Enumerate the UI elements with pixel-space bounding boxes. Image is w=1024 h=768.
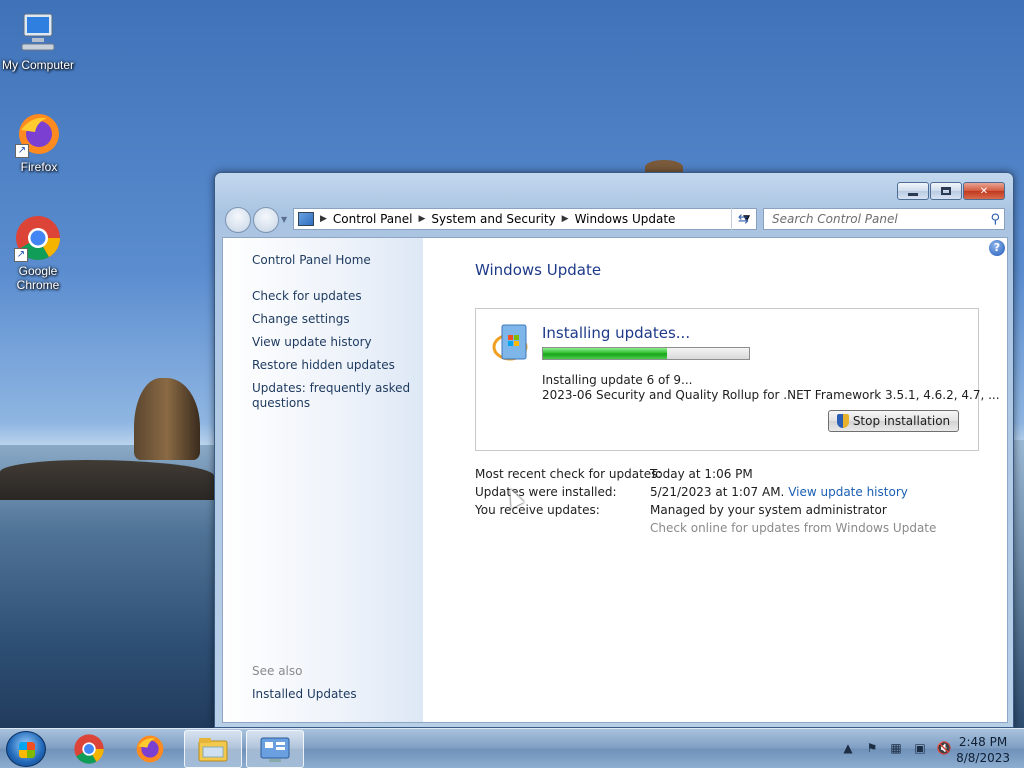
taskbar-firefox-button[interactable]	[121, 730, 179, 768]
clock-date: 8/8/2023	[956, 751, 1010, 765]
page-title: Windows Update	[475, 261, 602, 279]
faq-link[interactable]: Updates: frequently asked questions	[252, 381, 412, 411]
receive-updates-value: Managed by your system administrator	[650, 503, 887, 517]
folder-icon	[198, 738, 228, 762]
show-hidden-icons-icon[interactable]: ▲	[840, 741, 856, 757]
check-for-updates-link[interactable]: Check for updates	[252, 289, 362, 304]
taskbar: ▲ ⚑ ▦ ▣ 🔇 2:48 PM 8/8/2023	[0, 728, 1024, 768]
taskbar-chrome-button[interactable]	[60, 730, 118, 768]
recent-check-value: Today at 1:06 PM	[650, 467, 753, 481]
maximize-icon	[941, 187, 951, 195]
minimize-icon	[908, 192, 918, 196]
firefox-icon	[136, 735, 164, 763]
refresh-icon: ⇆	[738, 211, 749, 227]
control-panel-icon	[260, 737, 290, 762]
volume-muted-icon[interactable]: 🔇	[936, 741, 952, 757]
control-panel-icon	[298, 212, 314, 226]
control-panel-home-link[interactable]: Control Panel Home	[252, 253, 371, 268]
desktop-icon-label: My Computer	[1, 58, 75, 72]
clock-time: 2:48 PM	[958, 735, 1008, 749]
update-name-text: 2023-06 Security and Quality Rollup for …	[542, 388, 1000, 402]
breadcrumb-separator-icon[interactable]: ▶	[320, 214, 327, 224]
view-update-history-link[interactable]: View update history	[252, 335, 372, 350]
window-controls: ✕	[897, 182, 1005, 200]
shortcut-arrow-icon: ↗	[14, 248, 28, 262]
taskbar-control-panel-button[interactable]	[246, 730, 304, 768]
address-bar[interactable]: ▶ Control Panel ▶ System and Security ▶ …	[293, 208, 757, 230]
receive-updates-label: You receive updates:	[475, 503, 600, 517]
installed-value: 5/21/2023 at 1:07 AM.	[650, 485, 785, 499]
action-center-flag-icon[interactable]: ⚑	[864, 741, 880, 757]
installing-heading: Installing updates...	[542, 324, 691, 342]
network-icon[interactable]: ▣	[912, 741, 928, 757]
install-status-text: Installing update 6 of 9...	[542, 373, 693, 387]
help-icon[interactable]: ?	[989, 240, 1005, 256]
minimize-button[interactable]	[897, 182, 929, 200]
wallpaper-rocks	[0, 460, 214, 500]
breadcrumb-windows-update[interactable]: Windows Update	[575, 212, 676, 226]
chrome-icon: ↗	[14, 214, 62, 262]
close-icon: ✕	[979, 185, 989, 197]
stop-installation-button[interactable]: Stop installation	[828, 410, 959, 432]
installed-label: Updates were installed:	[475, 485, 617, 499]
breadcrumb-control-panel[interactable]: Control Panel	[333, 212, 413, 226]
stop-installation-label: Stop installation	[852, 414, 951, 428]
search-input[interactable]: Search Control Panel ⚲	[763, 208, 1005, 230]
search-icon[interactable]: ⚲	[990, 212, 1000, 227]
restore-hidden-updates-link[interactable]: Restore hidden updates	[252, 358, 395, 373]
taskbar-explorer-button[interactable]	[184, 730, 242, 768]
search-placeholder: Search Control Panel	[772, 212, 898, 226]
install-progress-bar	[542, 347, 750, 360]
navigation-bar: ▼ ▶ Control Panel ▶ System and Security …	[223, 206, 1007, 233]
see-also-heading: See also	[252, 664, 303, 678]
system-tray: ▲ ⚑ ▦ ▣ 🔇	[840, 741, 952, 757]
desktop-icon-label: Firefox	[20, 160, 58, 174]
left-pane: Control Panel Home Check for updates Cha…	[223, 238, 423, 722]
recent-pages-dropdown[interactable]: ▼	[281, 215, 287, 224]
recent-check-label: Most recent check for updates:	[475, 467, 662, 481]
view-update-history-inline-link[interactable]: View update history	[788, 485, 908, 499]
windows-logo-icon	[19, 742, 35, 758]
maximize-button[interactable]	[930, 182, 962, 200]
breadcrumb-separator-icon[interactable]: ▶	[562, 214, 569, 224]
windows-update-window: ✕ ▼ ▶ Control Panel ▶ System and Securit…	[214, 172, 1014, 728]
taskbar-clock[interactable]: 2:48 PM 8/8/2023	[956, 734, 1010, 766]
content-area: Control Panel Home Check for updates Cha…	[222, 237, 1008, 723]
breadcrumb-system-and-security[interactable]: System and Security	[431, 212, 555, 226]
refresh-button[interactable]: ⇆	[731, 208, 755, 230]
windows-update-tray-icon[interactable]: ▦	[888, 741, 904, 757]
breadcrumb-separator-icon[interactable]: ▶	[419, 214, 426, 224]
forward-button[interactable]	[253, 207, 279, 233]
progress-fill	[543, 348, 667, 359]
close-button[interactable]: ✕	[963, 182, 1005, 200]
desktop-icon-my-computer[interactable]: My Computer	[0, 8, 76, 72]
windows-update-icon	[492, 321, 532, 369]
chrome-icon	[74, 734, 104, 764]
back-button[interactable]	[225, 207, 251, 233]
desktop-icon-google-chrome[interactable]: ↗ Google Chrome	[0, 214, 76, 292]
change-settings-link[interactable]: Change settings	[252, 312, 350, 327]
start-button[interactable]	[6, 731, 46, 767]
installed-value-row: 5/21/2023 at 1:07 AM. View update histor…	[650, 485, 908, 499]
install-status-panel: Installing updates... Installing update …	[475, 308, 1000, 451]
desktop-icon-label: Google Chrome	[16, 264, 60, 292]
installed-updates-link[interactable]: Installed Updates	[252, 687, 357, 702]
shortcut-arrow-icon: ↗	[15, 144, 29, 158]
check-online-link[interactable]: Check online for updates from Windows Up…	[650, 521, 936, 535]
uac-shield-icon	[836, 414, 849, 428]
firefox-icon: ↗	[15, 110, 63, 158]
computer-icon	[14, 8, 62, 56]
desktop-icon-firefox[interactable]: ↗ Firefox	[1, 110, 77, 174]
